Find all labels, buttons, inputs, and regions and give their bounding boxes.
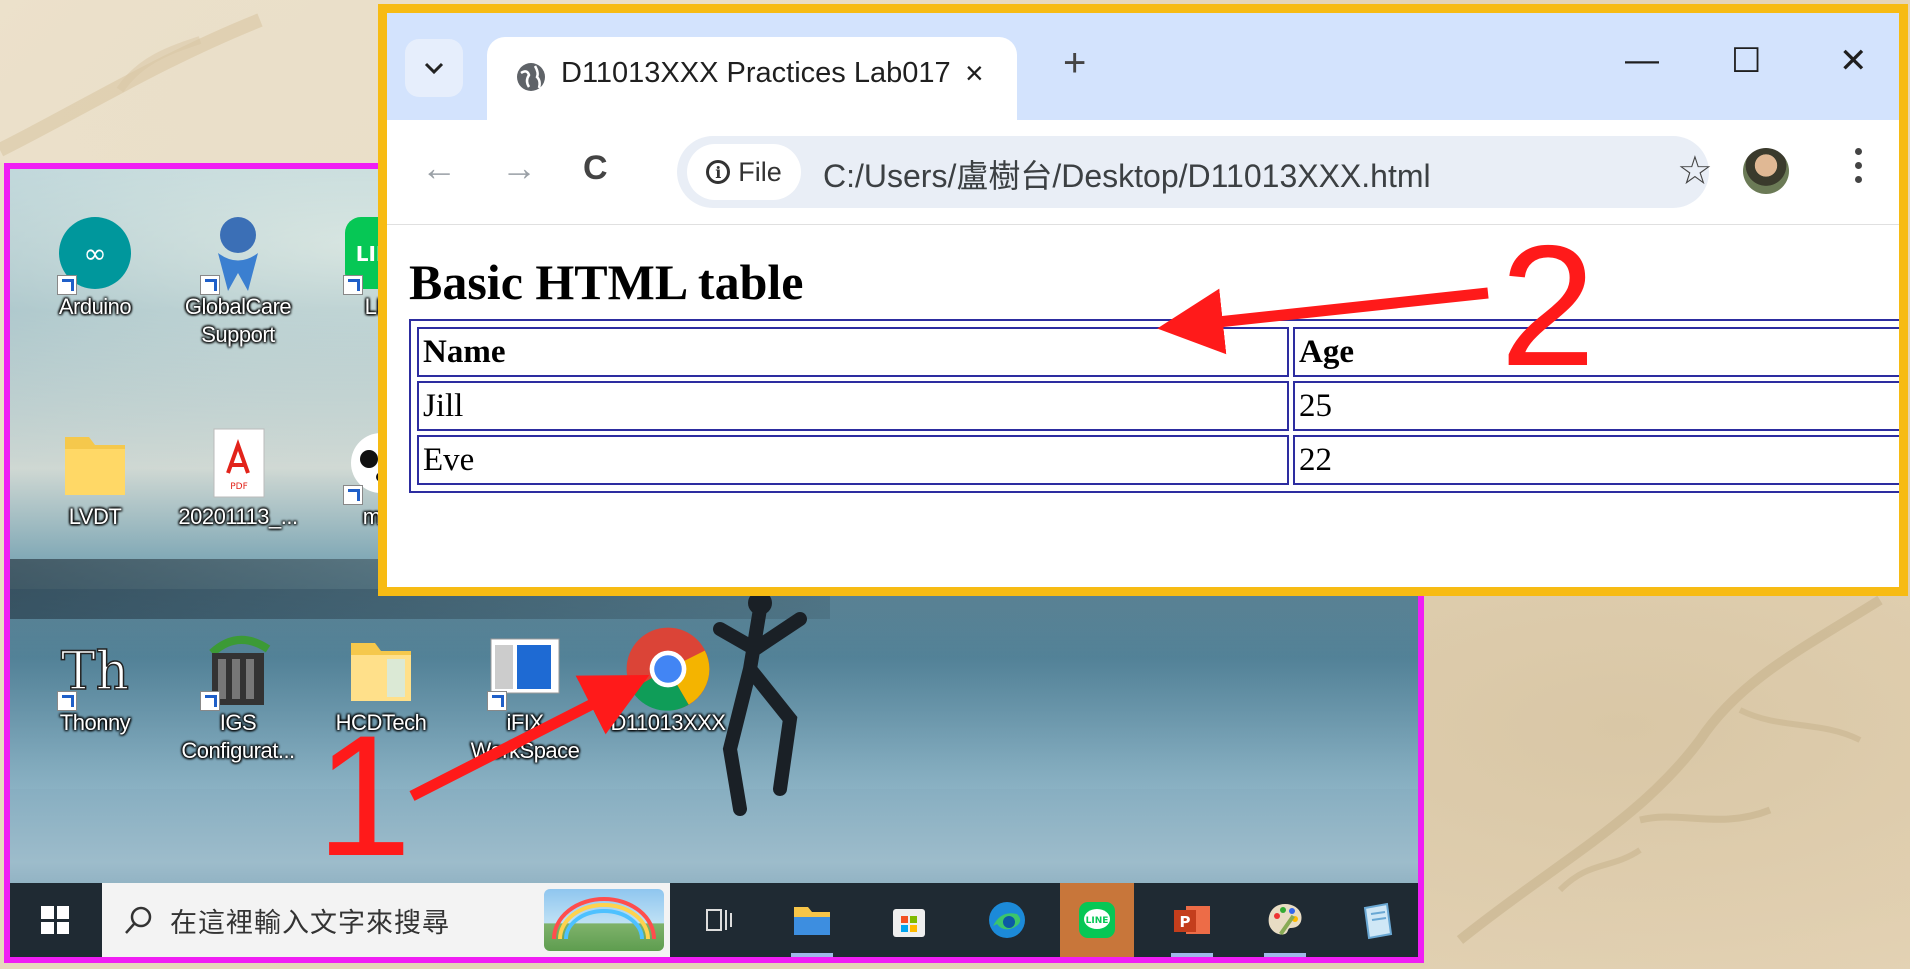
- annotation-arrow-1: [409, 675, 650, 801]
- annotation-number-2: 2: [1500, 210, 1596, 402]
- annotation-number-1: 1: [316, 700, 412, 892]
- annotation-arrows: [409, 287, 1489, 801]
- annotation-arrow-2: [1157, 287, 1489, 355]
